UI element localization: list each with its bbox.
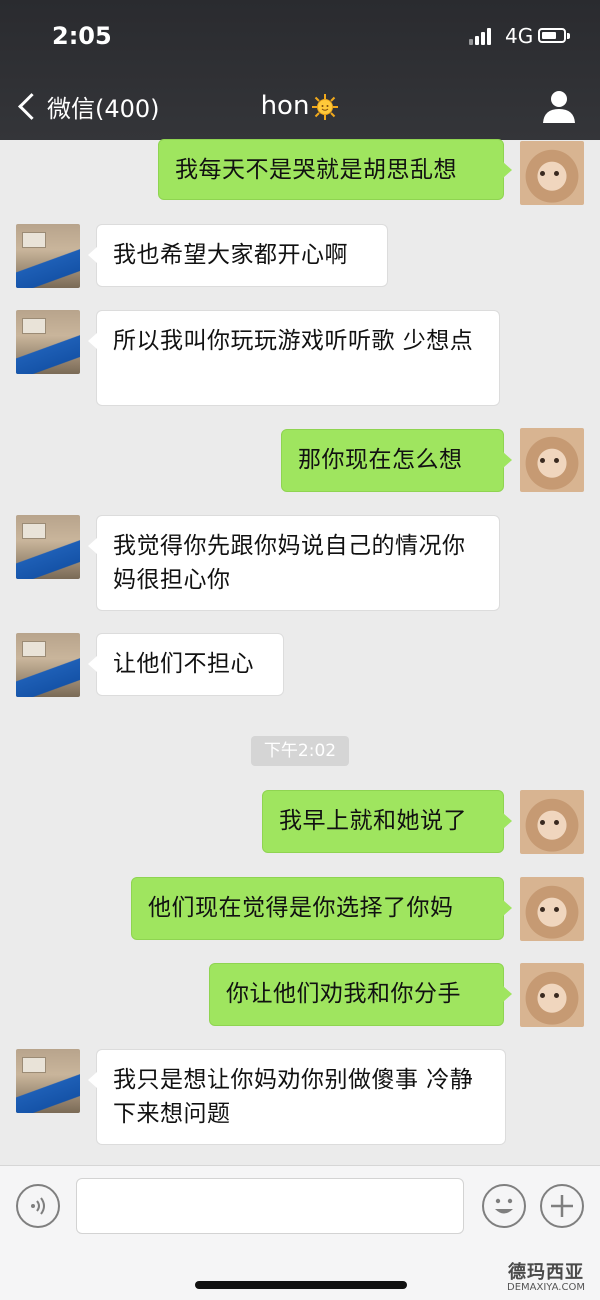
avatar-self[interactable] (520, 963, 584, 1027)
message-bubble-received[interactable]: 所以我叫你玩玩游戏听听歌 少想点 (88, 310, 500, 406)
message-bubble-received[interactable]: 我觉得你先跟你妈说自己的情况你妈很担心你 (88, 515, 500, 611)
avatar-contact[interactable] (16, 1049, 80, 1113)
sun-emoji-icon (312, 93, 339, 120)
avatar-self[interactable] (520, 428, 584, 492)
chat-header: 2:05 4G 微信(400) hon (0, 0, 600, 140)
message-bubble-sent[interactable]: 他们现在觉得是你选择了你妈 (131, 877, 512, 940)
message-input[interactable] (76, 1178, 464, 1234)
battery-icon (538, 28, 570, 43)
message-bubble-sent[interactable]: 你让他们劝我和你分手 (209, 963, 512, 1026)
message-bubble-sent[interactable]: 我每天不是哭就是胡思乱想 (158, 139, 512, 200)
voice-icon (31, 1197, 45, 1215)
message-bubble-sent[interactable]: 那你现在怎么想 (281, 429, 512, 492)
more-button[interactable] (540, 1184, 584, 1228)
avatar-self[interactable] (520, 790, 584, 854)
message-bubble-sent[interactable]: 我早上就和她说了 (262, 790, 512, 853)
avatar-contact[interactable] (16, 224, 80, 288)
watermark-main: 德玛西亚 (508, 1262, 584, 1283)
watermark: 德玛西亚 DEMAXIYA.COM (496, 1258, 596, 1293)
avatar-contact[interactable] (16, 633, 80, 697)
avatar-contact[interactable] (16, 515, 80, 579)
person-icon[interactable] (540, 88, 578, 124)
plus-icon (551, 1195, 573, 1217)
status-time: 2:05 (52, 22, 112, 50)
timestamp-separator: 下午2:02 (251, 736, 349, 766)
avatar-self[interactable] (520, 877, 584, 941)
network-type: 4G (505, 24, 534, 48)
avatar-contact[interactable] (16, 310, 80, 374)
message-bubble-received[interactable]: 我只是想让你妈劝你别做傻事 冷静下来想问题 (88, 1049, 506, 1145)
emoji-icon (495, 1198, 513, 1214)
chat-title-text: hon (260, 91, 310, 121)
emoji-button[interactable] (482, 1184, 526, 1228)
home-indicator (195, 1281, 407, 1289)
voice-button[interactable] (16, 1184, 60, 1228)
avatar-self[interactable] (520, 141, 584, 205)
message-bubble-received[interactable]: 让他们不担心 (88, 633, 284, 696)
watermark-sub: DEMAXIYA.COM (507, 1282, 585, 1293)
message-list[interactable]: 我每天不是哭就是胡思乱想 我也希望大家都开心啊 所以我叫你玩玩游戏听听歌 少想点… (0, 139, 600, 1165)
signal-icon (469, 27, 497, 45)
message-bubble-received[interactable]: 我也希望大家都开心啊 (88, 224, 388, 287)
chat-title: hon (0, 86, 600, 126)
